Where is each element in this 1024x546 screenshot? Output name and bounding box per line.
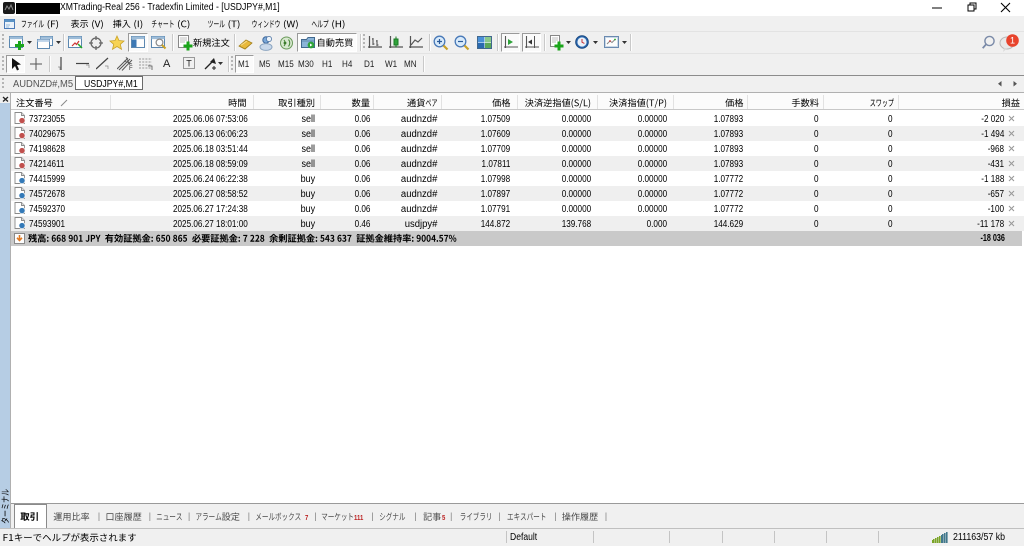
svg-text:T: T [186,59,192,69]
svg-text:1: 1 [1010,36,1015,46]
svg-text:F: F [129,66,133,71]
